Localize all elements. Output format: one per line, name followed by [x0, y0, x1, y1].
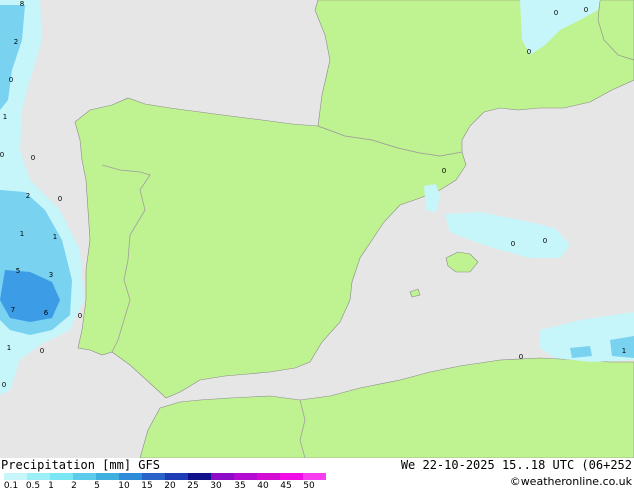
precipitation-map[interactable]: 8 2 0 1 0 0 2 0 1 1 5 3 7 6 0 1 0 0 0 0 …: [0, 0, 634, 458]
value-label: 0: [40, 347, 44, 355]
value-label: 8: [20, 0, 24, 8]
scale-swatch: [96, 473, 119, 480]
value-label: 0: [519, 353, 523, 361]
scale-swatch: [27, 473, 50, 480]
scale-swatch: [142, 473, 165, 480]
value-label: 3: [49, 271, 53, 279]
value-label: 2: [26, 192, 30, 200]
map-canvas: 8 2 0 1 0 0 2 0 1 1 5 3 7 6 0 1 0 0 0 0 …: [0, 0, 634, 458]
scale-swatch: [119, 473, 142, 480]
value-label: 1: [3, 113, 7, 121]
scale-swatch: [234, 473, 257, 480]
scale-swatch: [165, 473, 188, 480]
value-label: 0: [78, 312, 82, 320]
value-label: 1: [7, 344, 11, 352]
value-label: 7: [11, 306, 15, 314]
scale-swatch: [280, 473, 303, 480]
value-label: 0: [0, 151, 4, 159]
value-label: 1: [20, 230, 24, 238]
valid-time: We 22-10-2025 15..18 UTC (06+252: [400, 458, 632, 472]
value-label: 0: [9, 76, 13, 84]
scale-swatch: [303, 473, 326, 480]
map-title: Precipitation [mm] GFS: [1, 458, 160, 472]
value-label: 1: [53, 233, 57, 241]
value-label: 0: [554, 9, 558, 17]
scale-swatch: [188, 473, 211, 480]
value-label: 0: [2, 381, 6, 389]
value-label: 6: [44, 309, 49, 317]
value-label: 0: [442, 167, 446, 175]
scale-swatch: [73, 473, 96, 480]
value-label: 0: [31, 154, 35, 162]
value-label: 1: [622, 347, 626, 355]
value-label: 2: [14, 38, 18, 46]
site-credit[interactable]: ©weatheronline.co.uk: [510, 475, 632, 488]
value-label: 0: [58, 195, 62, 203]
value-label: 0: [584, 6, 588, 14]
color-scale: [4, 473, 326, 480]
value-label: 0: [527, 48, 531, 56]
scale-swatch: [211, 473, 234, 480]
scale-swatch: [50, 473, 73, 480]
scale-swatch: [4, 473, 27, 480]
footer-bar: Precipitation [mm] GFS We 22-10-2025 15.…: [0, 458, 634, 491]
value-label: 5: [16, 267, 20, 275]
scale-swatch: [257, 473, 280, 480]
value-label: 0: [511, 240, 515, 248]
value-label: 0: [543, 237, 547, 245]
